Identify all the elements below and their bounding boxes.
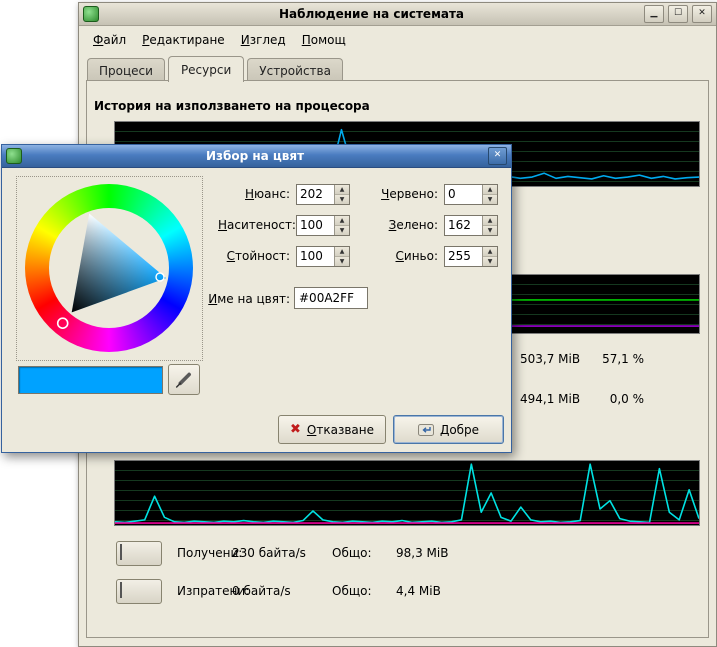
menubar: Файл Редактиране Изглед Помощ (79, 26, 716, 54)
value-field: Стойност: ▲▼ (218, 245, 350, 267)
saturation-input[interactable] (297, 216, 334, 235)
menu-edit[interactable]: Редактиране (134, 30, 233, 50)
color-name-input[interactable] (294, 287, 368, 309)
value-up-arrow[interactable]: ▲ (335, 247, 349, 257)
menu-help[interactable]: Помощ (294, 30, 354, 50)
network-received-row: Получени: 230 байта/s Общо: 98,3 MiB (116, 539, 448, 567)
hue-marker (58, 318, 68, 328)
green-label: Зелено: (376, 218, 444, 232)
eyedropper-button[interactable] (168, 364, 200, 395)
cancel-icon: ✖ (290, 423, 301, 436)
sent-total: 4,4 MiB (396, 584, 441, 598)
close-icon: ✕ (698, 8, 706, 18)
memory-percent: 57,1 % (574, 352, 644, 366)
tab-devices[interactable]: Устройства (247, 58, 343, 82)
received-color-fill (120, 544, 122, 560)
saturation-down-arrow[interactable]: ▼ (335, 226, 349, 235)
saturation-field: Наситеност: ▲▼ (218, 214, 350, 236)
cpu-history-heading: История на използването на процесора (94, 99, 370, 113)
network-history-chart (114, 460, 700, 526)
red-label: Червено: (376, 187, 444, 201)
hsv-wheel-area (16, 176, 203, 361)
blue-field: Синьо: ▲▼ (376, 245, 498, 267)
maximize-button[interactable]: ☐ (668, 5, 688, 23)
hue-label: Нюанс: (218, 187, 296, 201)
received-rate: 230 байта/s (232, 546, 332, 560)
color-preview (18, 366, 163, 394)
maximize-icon: ☐ (674, 8, 682, 18)
value-input[interactable] (297, 247, 334, 266)
main-window-title: Наблюдение на системата (103, 7, 640, 21)
eyedropper-icon (173, 369, 195, 391)
hue-up-arrow[interactable]: ▲ (335, 185, 349, 195)
menu-view[interactable]: Изглед (233, 30, 294, 50)
blue-down-arrow[interactable]: ▼ (483, 257, 497, 266)
menu-file[interactable]: Файл (85, 30, 134, 50)
ok-label: Добре (440, 423, 479, 437)
dialog-close-icon: ✕ (494, 150, 502, 160)
green-up-arrow[interactable]: ▲ (483, 216, 497, 226)
saturation-label: Наситеност: (218, 218, 296, 232)
hue-field: Нюанс: ▲▼ (218, 183, 350, 205)
blue-up-arrow[interactable]: ▲ (483, 247, 497, 257)
minimize-icon: ▁ (651, 8, 658, 18)
memory-amount: 503,7 MiB (520, 352, 580, 366)
dialog-titlebar[interactable]: Избор на цвят ✕ (2, 145, 511, 168)
received-label: Получени: (177, 546, 232, 560)
close-button[interactable]: ✕ (692, 5, 712, 23)
hue-down-arrow[interactable]: ▼ (335, 195, 349, 204)
sv-triangle[interactable] (25, 184, 193, 352)
hue-input[interactable] (297, 185, 334, 204)
red-up-arrow[interactable]: ▲ (483, 185, 497, 195)
cancel-label: Отказване (307, 423, 374, 437)
minimize-button[interactable]: ▁ (644, 5, 664, 23)
red-field: Червено: ▲▼ (376, 183, 498, 205)
ok-enter-icon (418, 422, 434, 438)
sent-color-fill (120, 582, 122, 598)
notebook-tabs: Процеси Ресурси Устройства (87, 55, 346, 81)
sent-label: Изпратени: (177, 584, 232, 598)
color-picker-dialog: Избор на цвят ✕ (1, 144, 512, 453)
network-sent-row: Изпратени: 0 байта/s Общо: 4,4 MiB (116, 577, 441, 605)
desktop: Наблюдение на системата ▁ ☐ ✕ Файл Редак… (0, 0, 717, 647)
received-total: 98,3 MiB (396, 546, 448, 560)
value-label: Стойност: (218, 249, 296, 263)
tab-processes[interactable]: Процеси (87, 58, 165, 82)
saturation-up-arrow[interactable]: ▲ (335, 216, 349, 226)
ok-button[interactable]: Добре (393, 415, 504, 444)
main-window-titlebar[interactable]: Наблюдение на системата ▁ ☐ ✕ (79, 3, 716, 26)
blue-label: Синьо: (376, 249, 444, 263)
sent-rate: 0 байта/s (232, 584, 332, 598)
received-total-label: Общо: (332, 546, 396, 560)
received-color-button[interactable] (116, 541, 162, 566)
dialog-app-icon (6, 148, 22, 164)
swap-percent: 0,0 % (574, 392, 644, 406)
green-field: Зелено: ▲▼ (376, 214, 498, 236)
cancel-button[interactable]: ✖ Отказване (278, 415, 386, 444)
red-down-arrow[interactable]: ▼ (483, 195, 497, 204)
value-down-arrow[interactable]: ▼ (335, 257, 349, 266)
system-monitor-app-icon (83, 6, 99, 22)
dialog-close-button[interactable]: ✕ (488, 147, 507, 165)
green-input[interactable] (445, 216, 482, 235)
sent-total-label: Общо: (332, 584, 396, 598)
dialog-title: Избор на цвят (26, 149, 484, 163)
tab-resources[interactable]: Ресурси (168, 56, 244, 82)
red-input[interactable] (445, 185, 482, 204)
sent-color-button[interactable] (116, 579, 162, 604)
green-down-arrow[interactable]: ▼ (483, 226, 497, 235)
swap-amount: 494,1 MiB (520, 392, 580, 406)
color-name-label: Име на цвят: (200, 292, 290, 306)
blue-input[interactable] (445, 247, 482, 266)
